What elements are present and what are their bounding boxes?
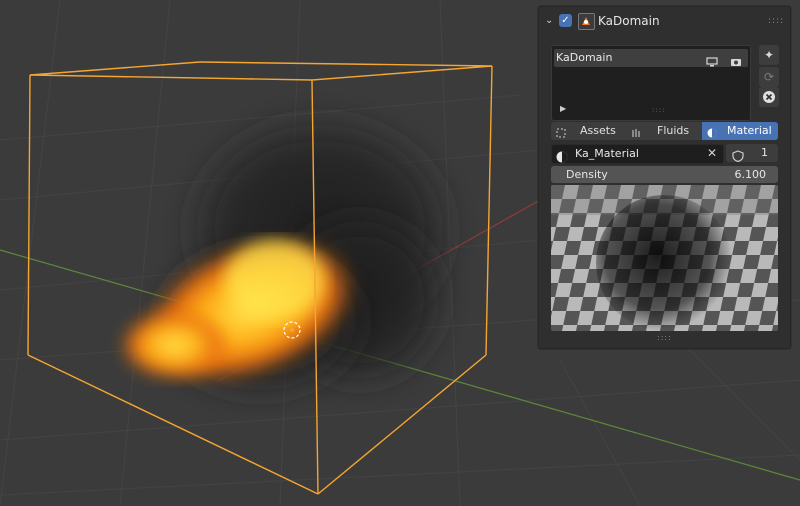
- close-icon[interactable]: ✕: [707, 146, 717, 160]
- list-item-label: KaDomain: [556, 51, 613, 64]
- play-icon[interactable]: ▶: [560, 104, 566, 113]
- material-icon: [707, 126, 717, 138]
- camera-icon[interactable]: [730, 52, 742, 66]
- monitor-icon[interactable]: [706, 52, 718, 67]
- addon-icon: [578, 13, 595, 30]
- checkbox-icon[interactable]: ✓: [559, 14, 572, 27]
- tab-assets[interactable]: Assets: [551, 122, 627, 140]
- close-circle-icon[interactable]: [759, 87, 779, 107]
- panel-title: KaDomain: [598, 14, 660, 28]
- material-name: Ka_Material: [575, 147, 639, 160]
- material-users-field[interactable]: 1: [726, 144, 778, 163]
- tab-material[interactable]: Material: [702, 122, 778, 140]
- magic-wand-icon[interactable]: ✦: [759, 45, 779, 65]
- chevron-down-icon[interactable]: ⌄: [545, 16, 555, 26]
- list-resize-grip[interactable]: ::::: [652, 106, 665, 114]
- tab-bar: Assets Fluids Material: [551, 122, 778, 140]
- tab-fluids[interactable]: Fluids: [627, 122, 702, 140]
- addon-panel: ⌄ ✓ KaDomain :::: KaDomain ▶ :::: ✦ ⟳ As…: [538, 6, 791, 349]
- domain-list[interactable]: KaDomain ▶ ::::: [551, 45, 751, 121]
- density-label: Density: [566, 168, 608, 181]
- density-value: 6.100: [734, 168, 767, 181]
- grip-icon[interactable]: ::::: [768, 17, 783, 26]
- refresh-icon[interactable]: ⟳: [759, 67, 779, 87]
- material-name-field[interactable]: Ka_Material ✕: [551, 144, 724, 164]
- fluids-icon: [631, 126, 641, 137]
- panel-resize-grip[interactable]: ::::: [657, 333, 672, 342]
- material-icon: [556, 148, 568, 167]
- material-selector: Ka_Material ✕ 1: [551, 144, 778, 164]
- panel-header[interactable]: ⌄ ✓ KaDomain ::::: [539, 7, 790, 37]
- assets-icon: [556, 126, 566, 138]
- density-slider[interactable]: Density 6.100: [551, 166, 778, 183]
- list-item[interactable]: KaDomain: [554, 49, 748, 67]
- material-preview: [551, 185, 778, 331]
- material-user-count: 1: [761, 146, 768, 159]
- shield-icon[interactable]: [732, 147, 744, 166]
